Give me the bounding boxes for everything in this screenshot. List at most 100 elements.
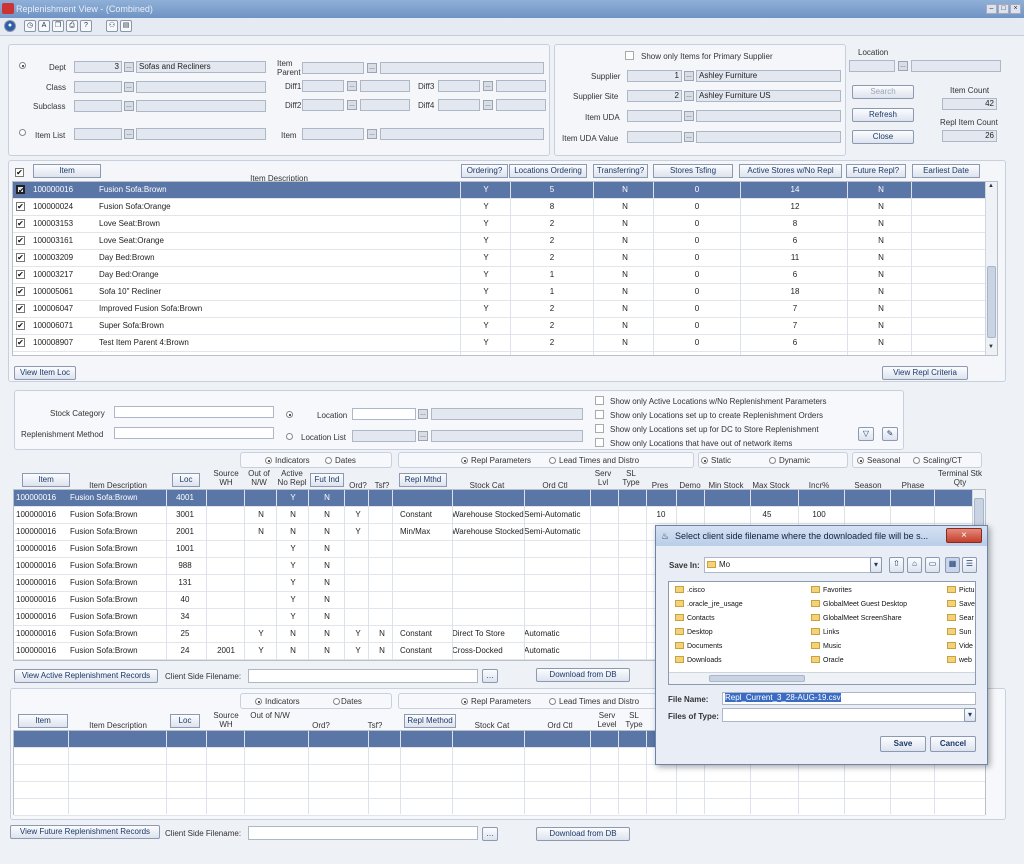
file-list-hscroll[interactable] xyxy=(669,672,975,684)
items-scrollbar-thumb[interactable] xyxy=(987,266,996,338)
row-checkbox[interactable]: ✔ xyxy=(16,236,25,245)
folder-item[interactable]: .cisco xyxy=(675,586,705,594)
edit-icon[interactable]: ✎ xyxy=(882,427,898,441)
class-field[interactable] xyxy=(74,81,122,93)
dept-field[interactable]: 3 xyxy=(74,61,122,73)
supplier-site-field[interactable]: 2 xyxy=(627,90,682,102)
folder-item[interactable]: Pictu xyxy=(947,586,975,594)
active-browse-button[interactable]: … xyxy=(482,669,498,683)
item-row[interactable]: ✔ 100003217 Day Bed:Orange Y 1 N 0 6 N xyxy=(13,267,985,284)
future-client-filename-input[interactable] xyxy=(248,826,478,840)
view-active-repl-button[interactable]: View Active Replenishment Records xyxy=(14,669,158,683)
subclass-field[interactable] xyxy=(74,100,122,112)
location-list-radio[interactable] xyxy=(286,433,293,440)
dialog-cancel-button[interactable]: Cancel xyxy=(930,736,976,752)
location-field[interactable] xyxy=(849,60,895,72)
files-of-type-dropdown-icon[interactable]: ▾ xyxy=(964,708,976,722)
class-lov-icon[interactable]: … xyxy=(124,82,134,92)
opt4-checkbox[interactable] xyxy=(595,438,604,447)
active-item-header[interactable]: Item xyxy=(22,473,70,487)
location-list-field[interactable] xyxy=(352,430,416,442)
supplier-site-lov-icon[interactable]: … xyxy=(684,91,694,101)
dept-radio[interactable] xyxy=(19,62,26,69)
print-icon[interactable]: ⎙ xyxy=(66,20,78,32)
globe-icon[interactable]: ● xyxy=(4,20,16,32)
future-loc-header[interactable]: Loc xyxy=(170,714,200,728)
help-icon[interactable]: ? xyxy=(80,20,92,32)
future-row[interactable] xyxy=(14,782,985,799)
static-radio[interactable] xyxy=(701,457,708,464)
location-lov-icon[interactable]: … xyxy=(898,61,908,71)
item-row[interactable]: ✔ 100006047 Improved Fusion Sofa:Brown Y 2 N 0… xyxy=(13,301,985,318)
row-checkbox[interactable]: ✔ xyxy=(16,253,25,262)
clock-icon[interactable]: ◷ xyxy=(24,20,36,32)
dept-lov-icon[interactable]: … xyxy=(124,62,134,72)
folder-item[interactable]: Desktop xyxy=(675,628,713,636)
item-row[interactable]: ✔ 100003153 Love Seat:Brown Y 2 N 0 8 N xyxy=(13,216,985,233)
active-repl-mthd-header[interactable]: Repl Mthd xyxy=(399,473,447,487)
location-list-lov-icon[interactable]: … xyxy=(418,431,428,441)
diff4-field[interactable] xyxy=(438,99,480,111)
spell-icon[interactable]: A xyxy=(38,20,50,32)
folder-item[interactable]: GlobalMeet Guest Desktop xyxy=(811,600,907,608)
item-row[interactable]: ✔ 100005061 Sofa 10" Recliner Y 1 N 0 18 N xyxy=(13,284,985,301)
active-stores-column-header[interactable]: Active Stores w/No Repl xyxy=(739,164,842,178)
scaling-radio[interactable] xyxy=(913,457,920,464)
diff1-lov-icon[interactable]: … xyxy=(347,81,357,91)
save-in-select[interactable]: Mo xyxy=(704,557,882,573)
transferring-column-header[interactable]: Transferring? xyxy=(593,164,648,178)
folder-item[interactable]: Favorites xyxy=(811,586,852,594)
folder-item[interactable]: Vide xyxy=(947,642,973,650)
indicators-radio[interactable] xyxy=(265,457,272,464)
row-checkbox[interactable]: ✔ xyxy=(16,338,25,347)
item-parent-field[interactable] xyxy=(302,62,364,74)
folder-item[interactable]: Links xyxy=(811,628,839,636)
user-icon[interactable]: ⚇ xyxy=(106,20,118,32)
item-row[interactable]: ✔ 100006071 Super Sofa:Brown Y 2 N 0 7 N xyxy=(13,318,985,335)
filter-icon[interactable]: ▽ xyxy=(858,427,874,441)
select-all-checkbox[interactable]: ✔ xyxy=(15,168,24,177)
item-uda-field[interactable] xyxy=(627,110,682,122)
folder-item[interactable]: Music xyxy=(811,642,841,650)
stock-category-select[interactable] xyxy=(114,406,274,418)
future-repl-column-header[interactable]: Future Repl? xyxy=(846,164,906,178)
view-item-loc-button[interactable]: View Item Loc xyxy=(14,366,76,380)
folder-item[interactable]: Downloads xyxy=(675,656,722,664)
folder-item[interactable]: Documents xyxy=(675,642,722,650)
ordering-column-header[interactable]: Ordering? xyxy=(461,164,508,178)
location-filter-lov-icon[interactable]: … xyxy=(418,409,428,419)
location-radio[interactable] xyxy=(286,411,293,418)
copy-icon[interactable]: ❐ xyxy=(52,20,64,32)
dialog-close-icon[interactable]: × xyxy=(946,528,982,543)
primary-supplier-checkbox[interactable] xyxy=(625,51,634,60)
row-checkbox[interactable]: ✔ xyxy=(16,287,25,296)
future-item-header[interactable]: Item xyxy=(18,714,68,728)
scroll-up-icon[interactable]: ▲ xyxy=(988,183,994,189)
maximize-icon[interactable]: □ xyxy=(998,4,1009,14)
opt2-checkbox[interactable] xyxy=(595,410,604,419)
refresh-button[interactable]: Refresh xyxy=(852,108,914,122)
subclass-lov-icon[interactable]: … xyxy=(124,101,134,111)
item-row[interactable]: ✔ 100000024 Fusion Sofa:Orange Y 8 N 0 12 N xyxy=(13,199,985,216)
file-name-input[interactable]: Repl_Current_3_28-AUG-19.csv xyxy=(722,692,976,705)
active-download-button[interactable]: Download from DB xyxy=(536,668,630,682)
row-checkbox[interactable]: ✔ xyxy=(16,270,25,279)
item-list-lov-icon[interactable]: … xyxy=(124,129,134,139)
earliest-date-column-header[interactable]: Earliest Date xyxy=(912,164,980,178)
dynamic-radio[interactable] xyxy=(769,457,776,464)
stores-tsfing-column-header[interactable]: Stores Tsfing xyxy=(653,164,733,178)
repl-method-select[interactable] xyxy=(114,427,274,439)
future-indicators-radio[interactable] xyxy=(255,698,262,705)
locations-ordering-column-header[interactable]: Locations Ordering xyxy=(509,164,587,178)
dates-radio[interactable] xyxy=(325,457,332,464)
folder-item[interactable]: Contacts xyxy=(675,614,715,622)
scroll-down-icon[interactable]: ▼ xyxy=(988,344,994,350)
seasonal-radio[interactable] xyxy=(857,457,864,464)
screen-icon[interactable]: ▤ xyxy=(120,20,132,32)
row-checkbox[interactable]: ✔ xyxy=(16,202,25,211)
diff3-field[interactable] xyxy=(438,80,480,92)
active-row[interactable]: 100000016 Fusion Sofa:Brown 4001 Y N xyxy=(14,490,985,507)
view-repl-criteria-button[interactable]: View Repl Criteria xyxy=(882,366,968,380)
diff3-lov-icon[interactable]: … xyxy=(483,81,493,91)
future-repl-method-header[interactable]: Repl Method xyxy=(404,714,456,728)
